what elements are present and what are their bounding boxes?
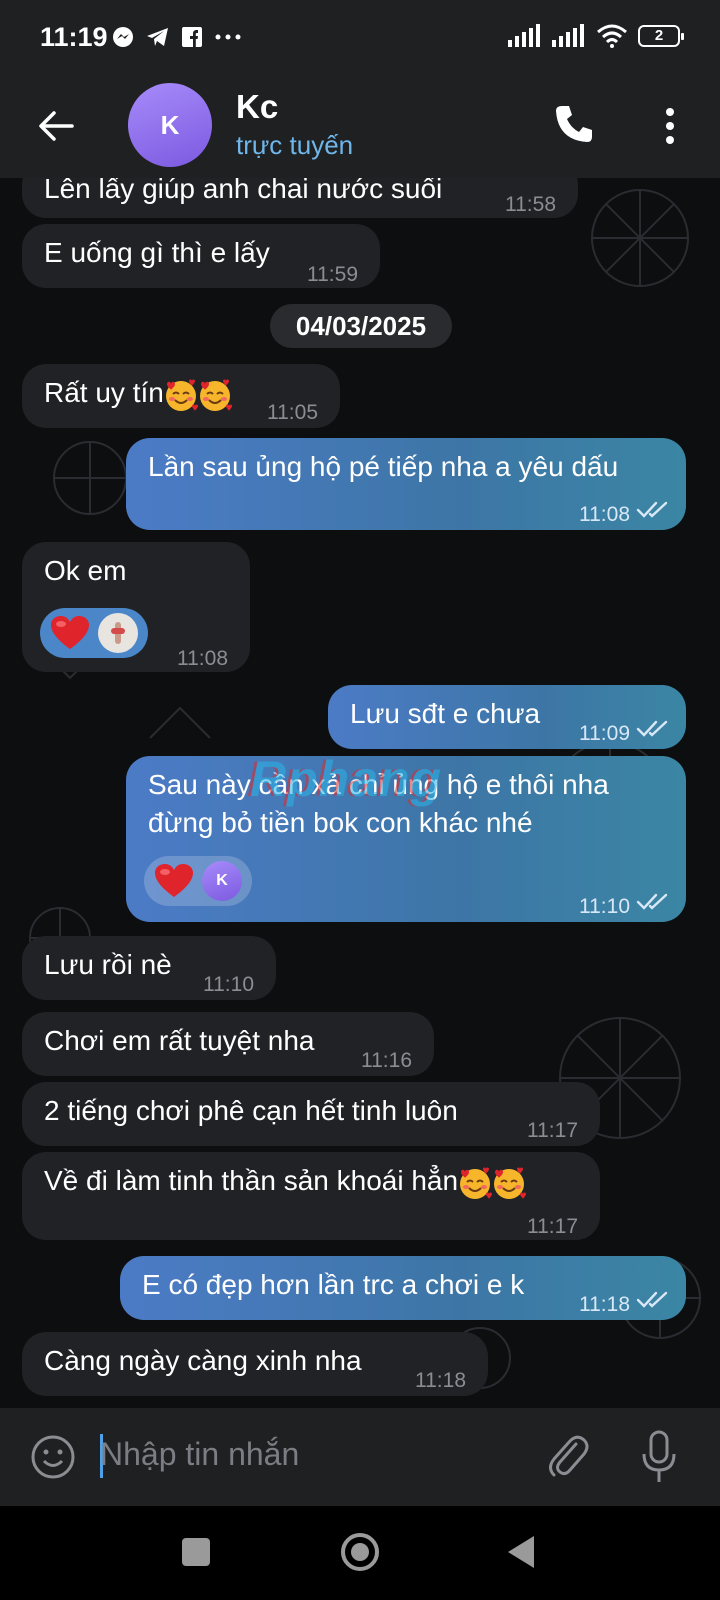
chat-header: K Kc trực tuyến xyxy=(0,78,720,178)
message-text: Lưu sđt e chưa xyxy=(350,698,541,729)
message-text: Lần sau ủng hộ pé tiếp nha a yêu dấu xyxy=(148,451,619,482)
message-outgoing[interactable]: Lần sau ủng hộ pé tiếp nha a yêu dấu 11:… xyxy=(126,438,686,530)
message-time: 11:58 xyxy=(505,193,556,216)
message-time: 11:09 xyxy=(579,722,630,745)
battery-icon: 2 xyxy=(638,25,684,47)
double-check-icon xyxy=(636,892,670,910)
more-vert-icon[interactable] xyxy=(660,104,680,148)
facebook-icon xyxy=(182,27,202,47)
message-text: Càng ngày càng xinh nha xyxy=(44,1345,362,1376)
message-outgoing[interactable]: E có đẹp hơn lần trc a chơi e k 11:18 xyxy=(120,1256,686,1320)
avatar-letter: K xyxy=(160,109,180,140)
message-text: Về đi làm tinh thần sản khoái hẳn xyxy=(44,1165,459,1196)
smiling-face-with-hearts-emoji xyxy=(492,1166,526,1200)
watermark: Rphang xyxy=(250,751,443,807)
status-time: 11:19 xyxy=(40,22,108,52)
message-text: E uống gì thì e lấy xyxy=(44,237,270,268)
recents-button[interactable] xyxy=(182,1538,210,1566)
message-text: Lên lấy giúp anh chai nước suối xyxy=(44,178,443,204)
message-time: 11:17 xyxy=(527,1119,578,1142)
message-text: Ok em xyxy=(44,555,127,586)
notification-icons xyxy=(112,26,242,48)
mic-icon[interactable] xyxy=(640,1430,678,1484)
battery-level: 2 xyxy=(654,27,664,44)
wifi-icon xyxy=(597,24,627,48)
message-outgoing[interactable]: Lưu sđt e chưa 11:09 xyxy=(328,685,686,749)
smiling-face-with-hearts-emoji xyxy=(458,1166,492,1200)
message-time: 11:08 xyxy=(177,647,228,670)
message-time: 11:10 xyxy=(579,895,630,918)
attach-icon[interactable] xyxy=(546,1432,590,1482)
message-text-line-2: đừng bỏ tiền bok con khác nhé xyxy=(148,807,533,838)
message-time: 11:18 xyxy=(415,1369,466,1392)
reaction-chip[interactable] xyxy=(40,608,148,658)
message-text: Lưu rồi nè xyxy=(44,949,172,980)
chat-area[interactable]: Lên lấy giúp anh chai nước suối 11:58 E … xyxy=(0,178,720,1408)
contact-name[interactable]: Kc xyxy=(236,88,278,126)
reactor-avatar xyxy=(98,613,138,653)
phone-icon[interactable] xyxy=(552,102,596,146)
smiling-face-with-hearts-emoji xyxy=(198,378,232,412)
signal-icon-2 xyxy=(552,24,584,47)
heart-icon xyxy=(50,615,90,651)
message-incoming[interactable]: Càng ngày càng xinh nha 11:18 xyxy=(22,1332,488,1396)
system-icons: 2 xyxy=(508,24,684,48)
signal-icon xyxy=(508,24,540,47)
reaction-chip[interactable]: K xyxy=(144,856,252,906)
heart-icon xyxy=(154,863,194,899)
status-bar: 11:19 2 xyxy=(0,0,720,78)
message-incoming[interactable]: Lưu rồi nè 11:10 xyxy=(22,936,276,1000)
home-button[interactable] xyxy=(340,1532,380,1572)
message-time: 11:16 xyxy=(361,1049,412,1072)
message-time: 11:05 xyxy=(267,401,318,424)
more-notifications-icon xyxy=(215,34,241,40)
emoji-icon[interactable] xyxy=(30,1434,76,1480)
double-check-icon xyxy=(636,1290,670,1308)
double-check-icon xyxy=(636,719,670,737)
message-time: 11:59 xyxy=(307,263,358,286)
message-incoming[interactable]: E uống gì thì e lấy 11:59 xyxy=(22,224,380,288)
message-incoming[interactable]: Chơi em rất tuyệt nha 11:16 xyxy=(22,1012,434,1076)
reactor-letter: K xyxy=(216,872,228,889)
back-arrow-icon[interactable] xyxy=(36,106,76,146)
message-incoming[interactable]: Về đi làm tinh thần sản khoái hẳn 11:17 xyxy=(22,1152,600,1240)
system-nav-bar xyxy=(0,1506,720,1600)
message-text: Chơi em rất tuyệt nha xyxy=(44,1025,315,1056)
message-time: 11:18 xyxy=(579,1293,630,1316)
messenger-icon xyxy=(113,27,133,47)
online-status: trực tuyến xyxy=(236,130,354,160)
message-composer: Nhập tin nhắn xyxy=(0,1408,720,1506)
message-text: E có đẹp hơn lần trc a chơi e k xyxy=(142,1269,525,1300)
message-text: Rất uy tín xyxy=(44,377,164,408)
back-button[interactable] xyxy=(506,1534,536,1570)
message-incoming[interactable]: Lên lấy giúp anh chai nước suối 11:58 xyxy=(22,178,578,218)
double-check-icon xyxy=(636,500,670,518)
message-input[interactable]: Nhập tin nhắn xyxy=(100,1436,299,1473)
avatar[interactable]: K xyxy=(128,83,212,167)
message-incoming[interactable]: 2 tiếng chơi phê cạn hết tinh luôn 11:17 xyxy=(22,1082,600,1146)
message-time: 11:10 xyxy=(203,973,254,996)
message-text: 2 tiếng chơi phê cạn hết tinh luôn xyxy=(44,1095,458,1126)
date-separator: 04/03/2025 xyxy=(270,304,452,348)
message-time: 11:08 xyxy=(579,503,630,526)
message-time: 11:17 xyxy=(527,1215,578,1238)
message-incoming[interactable]: Ok em 11:08 xyxy=(22,542,250,672)
smiling-face-with-hearts-emoji xyxy=(164,378,198,412)
reactor-avatar: K xyxy=(202,861,242,901)
telegram-icon xyxy=(147,28,168,46)
message-incoming[interactable]: Rất uy tín 11:05 xyxy=(22,364,340,428)
